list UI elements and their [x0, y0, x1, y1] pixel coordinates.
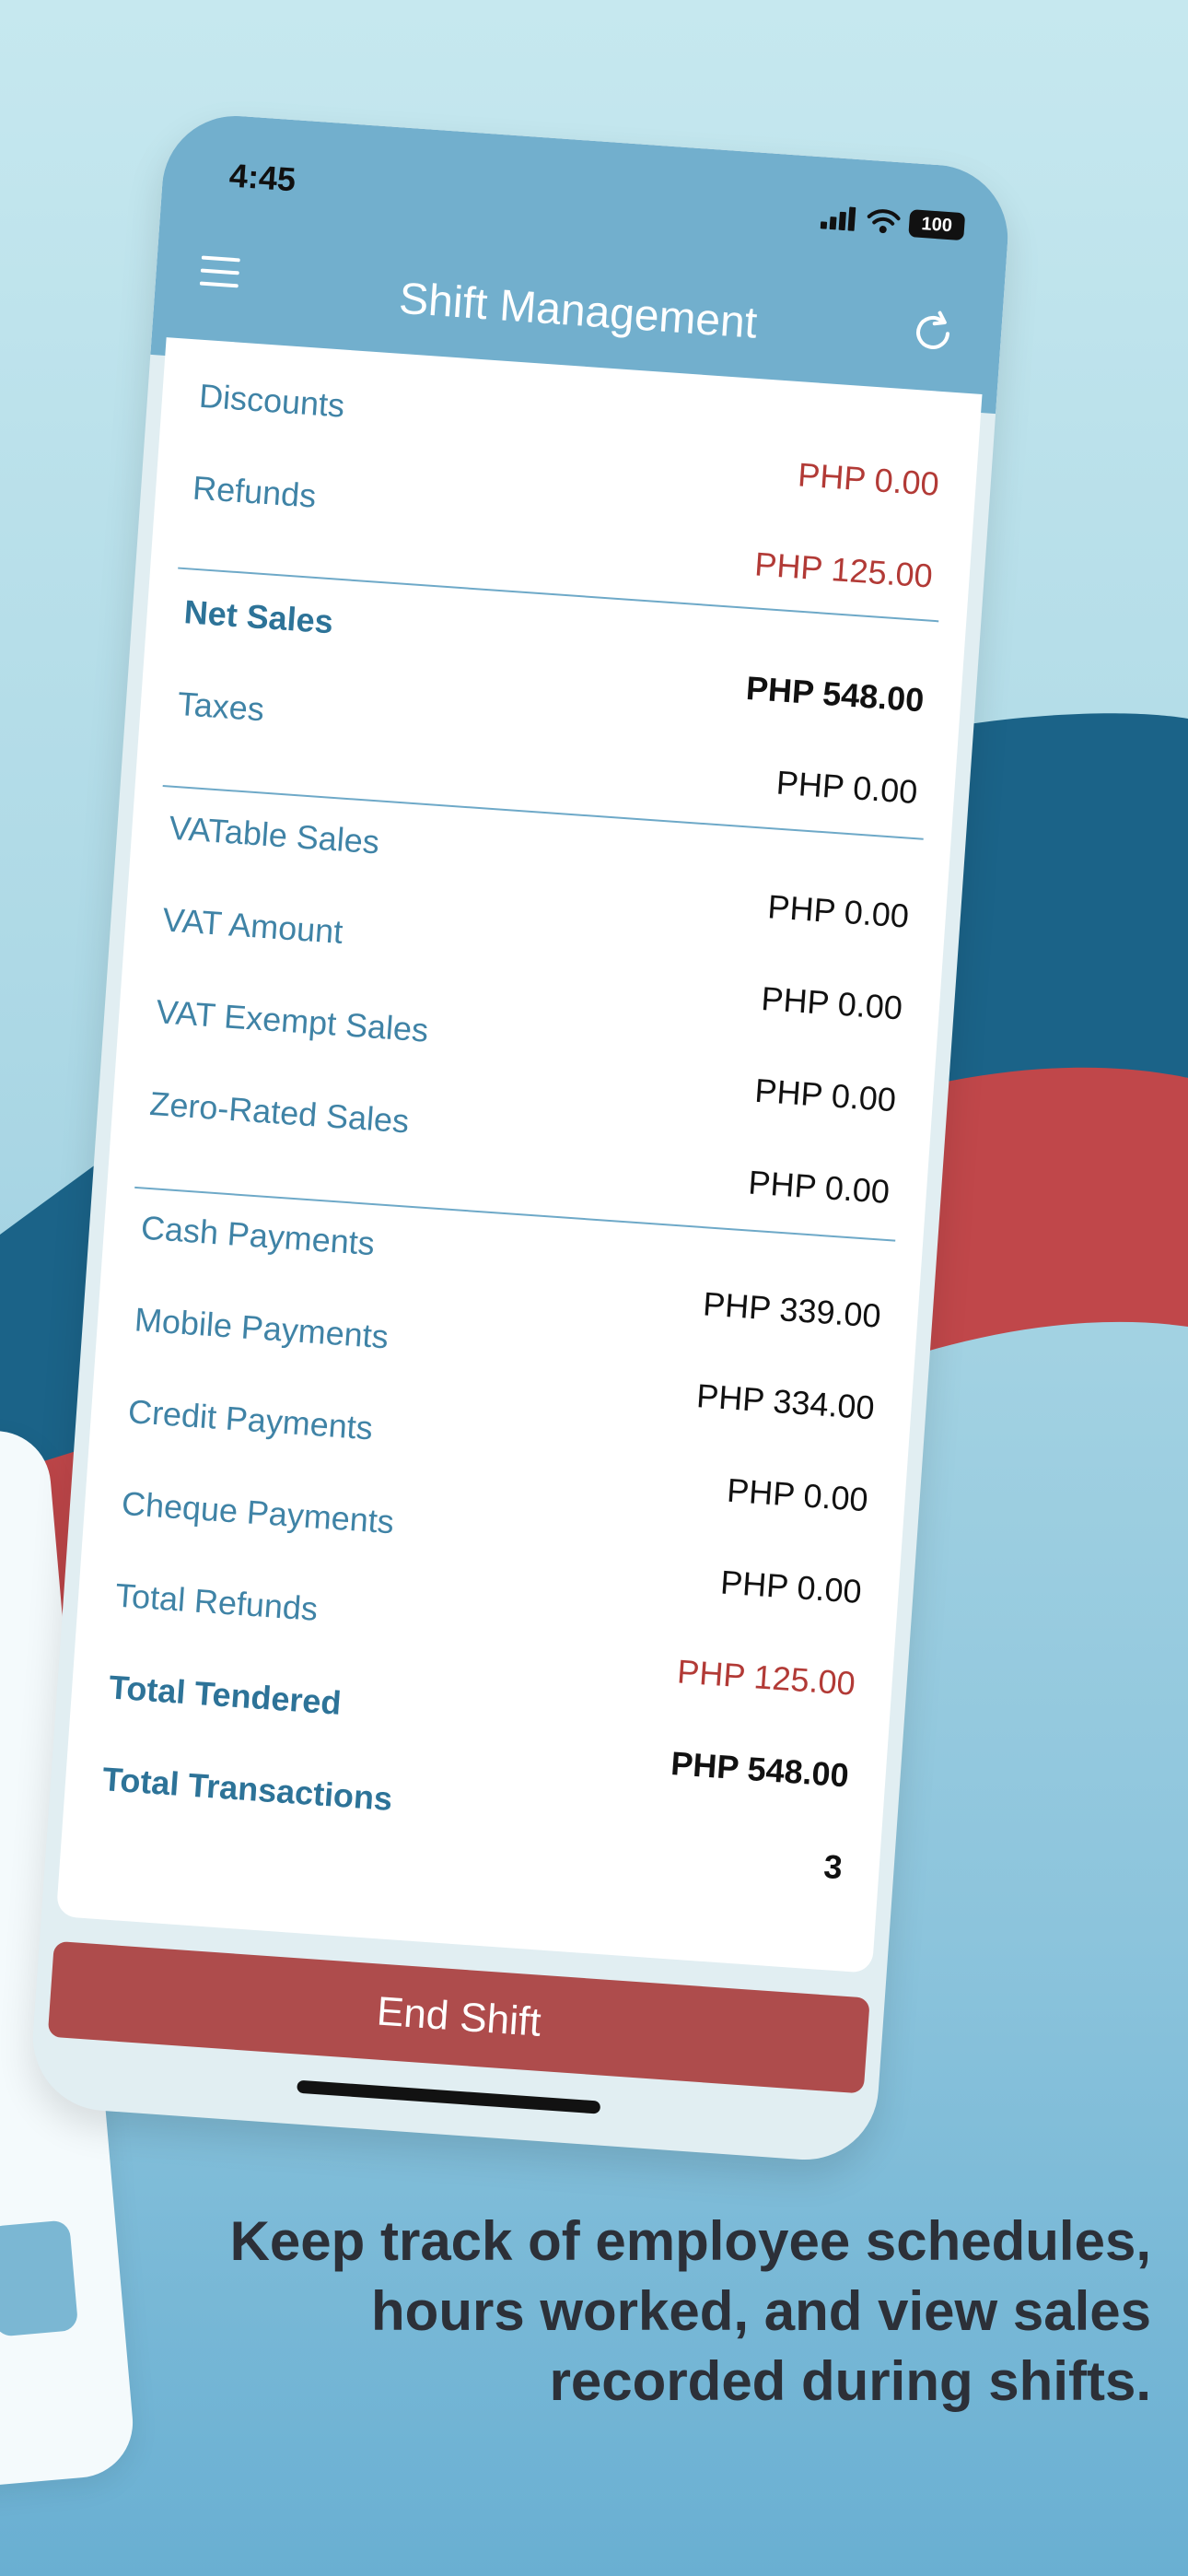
refunds-value: PHP 125.00: [753, 544, 935, 595]
taxes-value: PHP 0.00: [775, 763, 919, 812]
cash-payments-label: Cash Payments: [139, 1208, 377, 1263]
refresh-icon[interactable]: [907, 307, 959, 358]
total-transactions-value: 3: [822, 1846, 844, 1887]
vat-amount-value: PHP 0.00: [760, 978, 904, 1027]
promo-caption: Keep track of employee schedules, hours …: [46, 2207, 1151, 2417]
net-sales-value: PHP 548.00: [744, 668, 926, 720]
total-refunds-value: PHP 125.00: [676, 1652, 856, 1703]
battery-icon: 100: [908, 209, 966, 241]
discounts-value: PHP 0.00: [797, 455, 941, 503]
refunds-label: Refunds: [191, 468, 318, 515]
vatable-sales-label: VATable Sales: [168, 808, 381, 861]
mobile-payments-value: PHP 334.00: [695, 1376, 876, 1427]
status-icons: 100: [820, 203, 966, 241]
cash-payments-value: PHP 339.00: [702, 1284, 882, 1335]
phone-screen: 4:45 100 Shift Management Discounts PHP …: [28, 111, 1013, 2165]
cheque-payments-value: PHP 0.00: [719, 1563, 863, 1610]
credit-payments-label: Credit Payments: [126, 1392, 375, 1447]
total-tendered-value: PHP 548.00: [670, 1744, 851, 1795]
vat-exempt-sales-value: PHP 0.00: [753, 1071, 898, 1119]
credit-payments-value: PHP 0.00: [726, 1470, 869, 1519]
signal-icon: [820, 206, 856, 231]
mobile-payments-label: Mobile Payments: [133, 1300, 390, 1356]
status-time: 4:45: [227, 156, 297, 199]
cheque-payments-label: Cheque Payments: [120, 1483, 396, 1541]
net-sales-label: Net Sales: [182, 592, 335, 641]
caption-line: recorded during shifts.: [549, 2350, 1151, 2412]
total-refunds-label: Total Refunds: [113, 1575, 320, 1628]
phone-mockup: 4:45 100 Shift Management Discounts PHP …: [28, 111, 1013, 2165]
caption-line: Keep track of employee schedules,: [229, 2210, 1151, 2272]
caption-line: hours worked, and view sales: [371, 2280, 1151, 2342]
vat-exempt-sales-label: VAT Exempt Sales: [155, 992, 430, 1049]
vat-amount-label: VAT Amount: [161, 900, 344, 951]
vatable-sales-value: PHP 0.00: [766, 887, 911, 935]
zero-rated-sales-value: PHP 0.00: [747, 1163, 891, 1212]
total-transactions-label: Total Transactions: [100, 1760, 394, 1819]
zero-rated-sales-label: Zero-Rated Sales: [148, 1083, 411, 1141]
wifi-icon: [867, 209, 901, 234]
shift-summary-card: Discounts PHP 0.00 Refunds PHP 125.00 Ne…: [55, 337, 983, 1973]
discounts-label: Discounts: [197, 376, 346, 425]
total-tendered-label: Total Tendered: [107, 1668, 343, 1722]
taxes-label: Taxes: [176, 684, 266, 729]
home-indicator: [297, 2079, 601, 2114]
